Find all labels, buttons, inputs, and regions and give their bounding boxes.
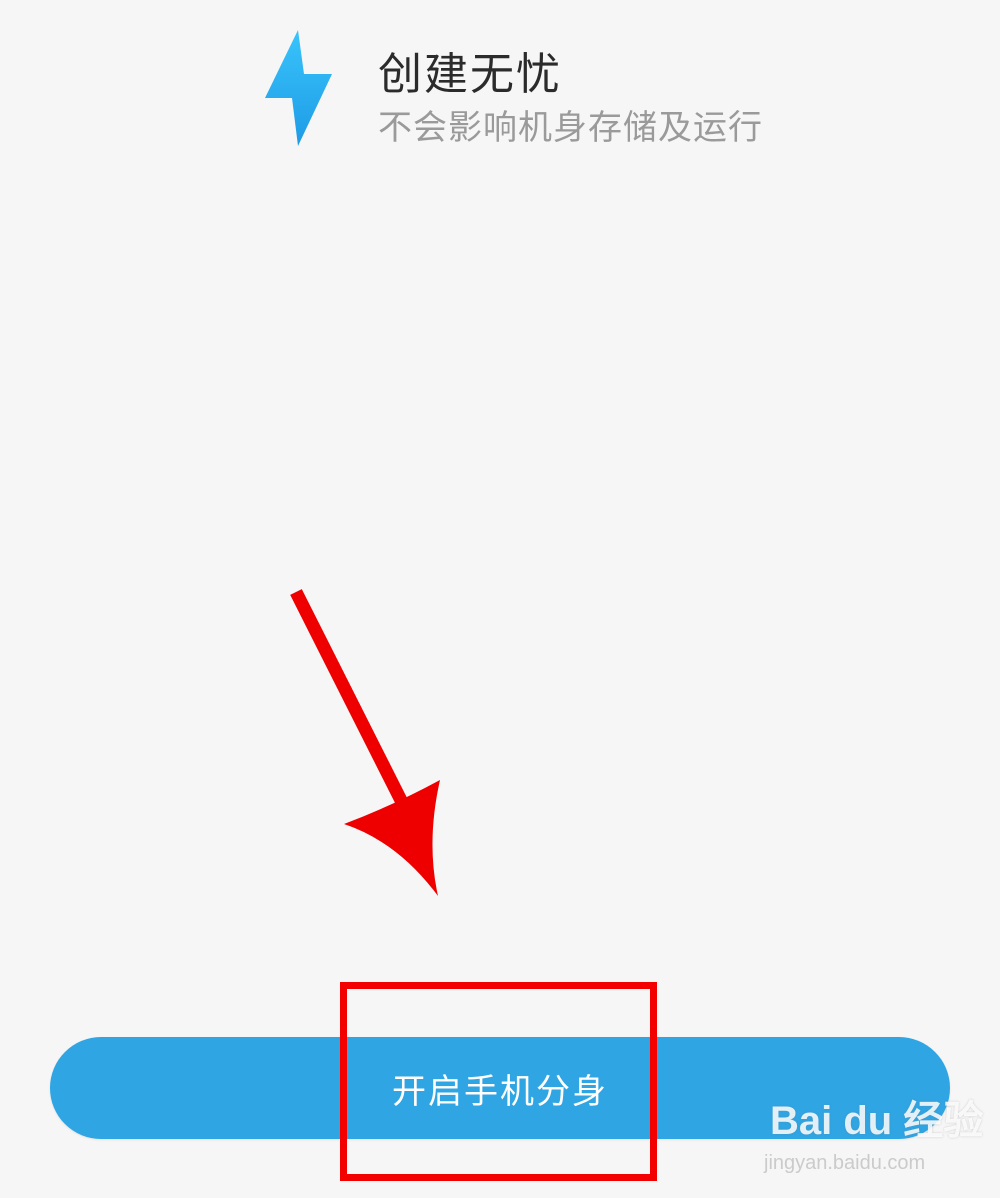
- enable-phone-clone-button[interactable]: 开启手机分身: [50, 1037, 950, 1139]
- red-arrow-annotation: [290, 589, 440, 896]
- clone-app-screen: 创建无忧 不会影响机身存储及运行 开启手机分身 Bai du 经验 jingya…: [0, 0, 1000, 1198]
- feature-subtitle: 不会影响机身存储及运行: [378, 108, 763, 148]
- feature-title: 创建无忧: [378, 49, 562, 100]
- lightning-bolt-icon: [265, 30, 332, 146]
- feature-item: 创建无忧 不会影响机身存储及运行: [262, 28, 822, 158]
- watermark-url: jingyan.baidu.com: [764, 1152, 926, 1174]
